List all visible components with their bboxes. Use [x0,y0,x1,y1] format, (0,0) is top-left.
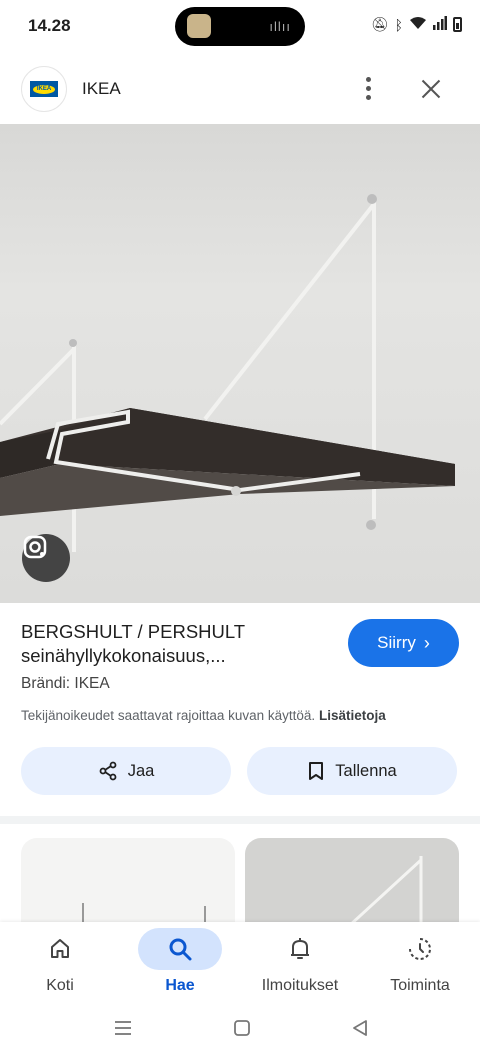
bell-icon [291,938,309,959]
share-button[interactable]: Jaa [21,747,231,795]
share-label: Jaa [127,761,155,780]
copyright-notice: Tekijänoikeudet saattavat rajoittaa kuva… [21,708,461,723]
shelf-illustration [0,194,455,552]
product-title[interactable]: BERGSHULT / PERSHULT seinähyllykokonaisu… [21,620,321,668]
status-icons: 🔕︎ ᛒ [371,16,462,33]
recent-apps-icon[interactable] [113,1018,133,1043]
close-icon[interactable] [414,72,448,106]
signal-icon [433,16,447,33]
mute-icon: 🔕︎ [370,16,389,32]
status-bar: 14.28 ıllıı 🔕︎ ᛒ [0,0,480,52]
product-title-line1: BERGSHULT / PERSHULT [21,621,246,642]
battery-icon [453,17,462,32]
bookmark-icon [309,762,324,780]
home-icon [51,939,69,958]
nav-home-label: Koti [46,977,74,994]
save-label: Tallenna [335,761,397,780]
nav-home[interactable]: Koti [0,922,120,1008]
save-button[interactable]: Tallenna [247,747,457,795]
nav-notifications[interactable]: Ilmoitukset [240,922,360,1008]
system-navigation-bar [0,1008,480,1056]
bluetooth-icon: ᛒ [394,16,403,33]
app-bar: IKEA IKEA [0,52,480,124]
related-images [21,838,459,948]
ikea-logo[interactable]: IKEA [21,66,67,112]
copyright-text: Tekijänoikeudet saattavat rajoittaa kuva… [21,708,316,723]
share-icon [99,761,117,781]
visit-button[interactable]: Siirry › [348,619,459,667]
audio-wave-icon: ıllıı [269,19,291,34]
visit-button-label: Siirry [377,633,416,652]
wifi-icon [409,16,427,33]
nav-activity[interactable]: Toiminta [360,922,480,1008]
bottom-navigation: Koti Hae Ilmoitukset Toiminta [0,922,480,1008]
product-title-line2: seinähyllykokonaisuus,... [21,645,226,666]
nav-activity-label: Toiminta [390,977,450,994]
lens-icon [23,535,47,559]
section-divider [0,816,480,824]
media-thumbnail [187,14,211,38]
brand-label: Brändi: IKEA [21,675,110,692]
logo-text: IKEA [33,84,55,94]
status-time: 14.28 [28,16,71,35]
source-title: IKEA [82,79,121,98]
home-button-icon[interactable] [232,1018,252,1043]
more-info-link[interactable]: Lisätietoja [319,708,386,723]
chevron-right-icon: › [423,632,430,653]
product-image[interactable] [0,124,480,603]
nav-search[interactable]: Hae [120,922,240,1008]
search-icon [169,938,192,961]
nav-search-label: Hae [165,977,195,994]
dynamic-island: ıllıı [175,7,305,46]
activity-icon [409,938,431,960]
back-icon[interactable] [350,1018,370,1043]
more-options-icon[interactable] [352,72,384,104]
nav-notifications-label: Ilmoitukset [261,977,339,994]
google-lens-button[interactable] [22,534,70,582]
